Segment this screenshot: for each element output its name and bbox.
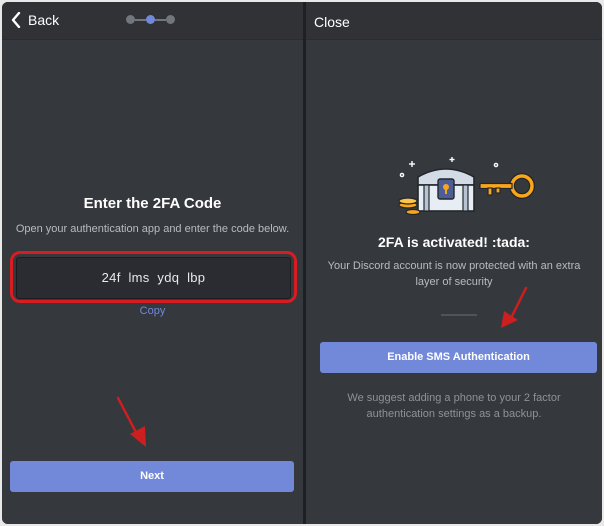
key-icon [479,173,535,199]
close-button[interactable]: Close [314,14,350,30]
enter-code-subtitle: Open your authentication app and enter t… [15,223,290,235]
backup-hint-line-2: authentication settings as a backup. [366,408,542,420]
right-topbar: Close [306,2,602,40]
auth-code-field[interactable]: 24f lms ydq lbp [16,257,291,299]
treasure-chest-icon [417,168,475,212]
enable-sms-button[interactable]: Enable SMS Authentication [320,342,597,373]
annotation-arrow-next [116,396,146,447]
step-connector [155,18,166,21]
step-indicator [126,15,175,24]
back-label: Back [28,12,60,28]
next-button[interactable]: Next [10,461,294,492]
activated-title: 2FA is activated! :tada: [378,234,530,250]
treasure-illustration [398,157,535,216]
chevron-left-icon [11,12,21,28]
activated-panel: Close 2FA is activated!:tada: Your Disc… [306,2,602,524]
enter-code-panel: Back Enter the 2FA Code Open your authen… [2,2,303,524]
activated-message-line-1: Your Discord account is now protected wi… [327,260,581,272]
step-dot-1 [126,15,135,24]
step-dot-3 [166,15,175,24]
backup-hint-line-1: We suggest adding a phone to your 2 fact… [347,392,561,404]
separator [441,314,477,316]
annotation-arrow-sms [501,286,528,328]
coin-stack-icon [398,197,421,216]
left-topbar: Back [2,2,303,40]
step-connector [135,18,146,21]
enter-code-title: Enter the 2FA Code [83,195,222,212]
copy-code-link[interactable]: Copy [2,305,303,317]
activated-message-line-2: layer of security [415,276,493,288]
back-button[interactable]: Back [10,12,59,28]
screenshot-frame: Back Enter the 2FA Code Open your authen… [2,2,602,524]
step-dot-2-active [146,15,155,24]
